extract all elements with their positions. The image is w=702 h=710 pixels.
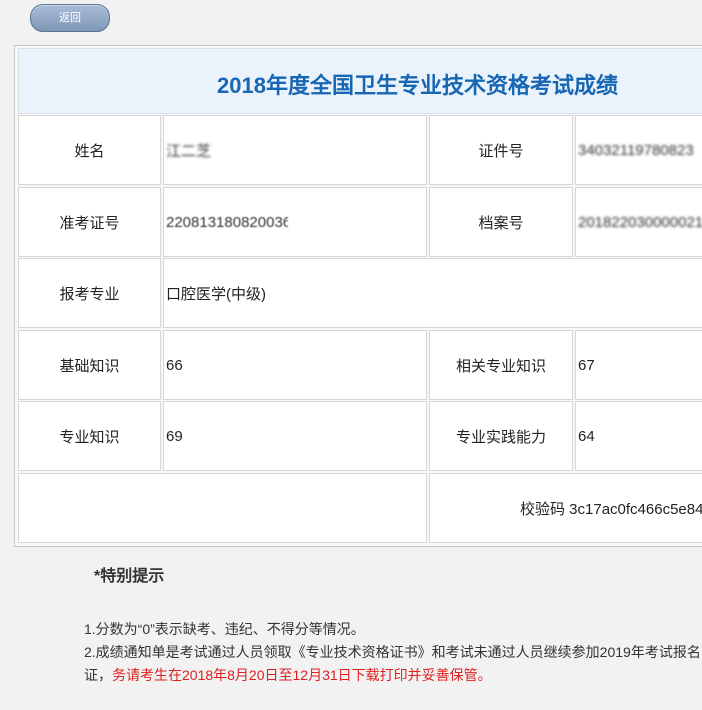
id-value: 34032119780823	[578, 141, 694, 159]
practice-ability-score: 64	[578, 427, 595, 445]
note-line-1: 1.分数为“0”表示缺考、违纪、不得分等情况。	[84, 621, 365, 637]
basic-value-cell: 66	[163, 330, 427, 400]
related-knowledge-score: 67	[578, 356, 595, 374]
blank-cell	[18, 473, 427, 543]
file-value-cell: 2018220300000211	[575, 187, 702, 257]
back-button[interactable]: 返回	[30, 4, 110, 32]
professional-knowledge-label: 专业知识	[59, 428, 120, 446]
page-title: 2018年度全国卫生专业技术资格考试成绩	[217, 73, 618, 98]
admission-label-cell: 准考证号	[18, 187, 161, 257]
admission-value: 2208131808200363	[166, 213, 288, 231]
notes-body: 1.分数为“0”表示缺考、违纪、不得分等情况。 2.成绩通知单是考试通过人员领取…	[84, 618, 702, 687]
notes-title: *特别提示	[94, 568, 165, 585]
name-value: 江二芝	[166, 142, 212, 160]
related-label-cell: 相关专业知识	[429, 330, 573, 400]
basic-label-cell: 基础知识	[18, 330, 161, 400]
major-value: 口腔医学(中级)	[166, 285, 266, 303]
note-line-3: 证，务请考生在2018年8月20日至12月31日下载打印并妥善保管。	[84, 664, 702, 687]
file-label-cell: 档案号	[429, 187, 573, 257]
name-value-cell: 江二芝	[163, 115, 427, 185]
professional-knowledge-score: 69	[166, 427, 183, 445]
verify-cell: 校验码 3c17ac0fc466c5e84	[429, 473, 702, 543]
major-label: 报考专业	[59, 285, 120, 303]
admission-value-cell: 2208131808200363	[163, 187, 427, 257]
basic-knowledge-score: 66	[166, 356, 183, 374]
practice-label-cell: 专业实践能力	[429, 401, 573, 471]
download-deadline-warning: 务请考生在2018年8月20日至12月31日下载打印并妥善保管。	[112, 667, 492, 683]
verify-code: 校验码 3c17ac0fc466c5e84	[520, 500, 702, 518]
admission-label: 准考证号	[59, 214, 120, 232]
name-label: 姓名	[74, 142, 105, 160]
id-value-cell: 34032119780823	[575, 115, 702, 185]
note-line-2: 2.成绩通知单是考试通过人员领取《专业技术资格证书》和考试未通过人员继续参加20…	[84, 644, 702, 660]
related-value-cell: 67	[575, 330, 702, 400]
professional-value-cell: 69	[163, 401, 427, 471]
file-label: 档案号	[478, 214, 524, 232]
file-value: 2018220300000211	[578, 213, 702, 231]
major-label-cell: 报考专业	[18, 258, 161, 328]
id-label: 证件号	[478, 142, 524, 160]
name-label-cell: 姓名	[18, 115, 161, 185]
related-knowledge-label: 相关专业知识	[455, 357, 546, 375]
practice-value-cell: 64	[575, 401, 702, 471]
note-line-3-prefix: 证，	[84, 667, 112, 683]
major-value-cell: 口腔医学(中级)	[163, 258, 702, 328]
practice-ability-label: 专业实践能力	[455, 428, 546, 446]
id-label-cell: 证件号	[429, 115, 573, 185]
basic-knowledge-label: 基础知识	[59, 357, 120, 375]
professional-label-cell: 专业知识	[18, 401, 161, 471]
